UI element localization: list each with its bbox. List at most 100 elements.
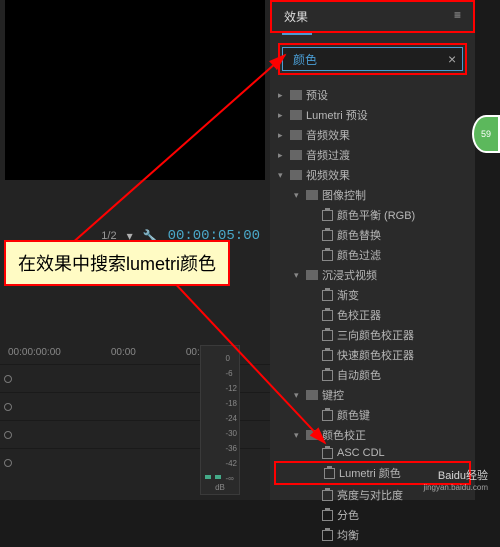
tab-indicator (282, 33, 312, 35)
chevron-right-icon: ▸ (278, 110, 286, 121)
effects-panel: 效果 ≡ × ▸ 预设 ▸ Lumetri 预设 ▸ 音频效果 ▸音频过渡 ▾ 视频效果 ▾ 图像控… (270, 0, 475, 500)
preset-icon (322, 290, 333, 301)
tree-label: 渐变 (337, 287, 359, 303)
tree-item[interactable]: ▸ 预设 (274, 85, 471, 105)
preset-icon (322, 250, 333, 261)
preset-icon (322, 230, 333, 241)
meter-tick: -36 (225, 441, 237, 456)
meter-tick: -18 (225, 396, 237, 411)
tree-item[interactable]: 自动颜色 (274, 365, 471, 385)
meter-tick: -42 (225, 456, 237, 471)
meter-tick: -30 (225, 426, 237, 441)
tree-item[interactable]: ▾ 视频效果 (274, 165, 471, 185)
tree-label: 预设 (306, 87, 328, 103)
audio-meter: 0-6-12-18-24-30-36-42-∞ dB (200, 345, 240, 495)
tree-item[interactable]: ASC CDL (274, 445, 471, 461)
tree-label: Lumetri 预设 (306, 107, 368, 123)
tree-item[interactable]: ▾键控 (274, 385, 471, 405)
folder-icon (306, 190, 318, 200)
search-box[interactable]: × (282, 47, 463, 71)
tree-item[interactable]: 颜色键 (274, 405, 471, 425)
step-badge: 59 (472, 115, 500, 153)
time-label: 00:00:00:00 (8, 347, 61, 358)
tree-item[interactable]: 颜色替换 (274, 225, 471, 245)
tree-item[interactable]: ▸ 音频效果 (274, 125, 471, 145)
track-toggle[interactable] (4, 403, 12, 411)
chevron-down-icon: ▾ (294, 390, 302, 401)
track-toggle[interactable] (4, 459, 12, 467)
preset-icon (322, 310, 333, 321)
watermark-brand: Baidu经验 (424, 467, 488, 483)
meter-unit: dB (215, 483, 225, 492)
chevron-down-icon: ▾ (278, 170, 286, 181)
tree-item[interactable]: 颜色平衡 (RGB) (274, 205, 471, 225)
preset-icon (322, 510, 333, 521)
tree-item[interactable]: 渐变 (274, 285, 471, 305)
tree-item[interactable]: 分色 (274, 505, 471, 525)
preset-icon (322, 330, 333, 341)
tab-label: 效果 (284, 8, 308, 25)
chevron-right-icon: ▸ (278, 90, 286, 101)
clear-search-icon[interactable]: × (448, 51, 456, 67)
folder-icon (306, 430, 318, 440)
callout-text: 在效果中搜索lumetri颜色 (18, 254, 216, 274)
tree-label: 音频过渡 (306, 147, 350, 163)
meter-tick: -∞ (225, 471, 237, 486)
meter-tick: -6 (225, 366, 237, 381)
effects-tab[interactable]: 效果 ≡ (270, 0, 475, 33)
tree-item[interactable]: ▾颜色校正 (274, 425, 471, 445)
meter-level-r (215, 475, 221, 479)
folder-icon (306, 270, 318, 280)
tree-label: 音频效果 (306, 127, 350, 143)
watermark-url: jingyan.baidu.com (424, 483, 488, 492)
tree-label: 颜色替换 (337, 227, 381, 243)
tree-label: 自动颜色 (337, 367, 381, 383)
time-label: 00:00 (111, 347, 136, 358)
tree-item[interactable]: 色校正器 (274, 305, 471, 325)
tree-label: 分色 (337, 507, 359, 523)
tree-label: 颜色键 (337, 407, 370, 423)
tree-label: 沉浸式视频 (322, 267, 377, 283)
preset-icon (322, 370, 333, 381)
tree-item[interactable]: 颜色过滤 (274, 245, 471, 265)
tree-label: 三向颜色校正器 (337, 327, 414, 343)
tree-label: Lumetri 颜色 (339, 465, 401, 481)
tree-item[interactable]: 快速颜色校正器 (274, 345, 471, 365)
tree-label: 色校正器 (337, 307, 381, 323)
search-highlight: × (278, 43, 467, 75)
folder-icon (290, 170, 302, 180)
meter-level-l (205, 475, 211, 479)
preset-icon (322, 530, 333, 541)
tree-label: 图像控制 (322, 187, 366, 203)
tree-label: 亮度与对比度 (337, 487, 403, 503)
tree-label: ASC CDL (337, 447, 385, 459)
chevron-right-icon: ▸ (278, 130, 286, 141)
tree-label: 均衡 (337, 527, 359, 543)
tree-item[interactable]: ▸音频过渡 (274, 145, 471, 165)
tree-item[interactable]: 均衡 (274, 525, 471, 545)
folder-icon (290, 110, 302, 120)
track-toggle[interactable] (4, 375, 12, 383)
chevron-down-icon: ▾ (294, 270, 302, 281)
tree-item[interactable]: ▾ 沉浸式视频 (274, 265, 471, 285)
search-input[interactable] (293, 52, 448, 66)
badge-number: 59 (481, 129, 491, 139)
folder-icon (306, 390, 318, 400)
tree-item[interactable]: ▸ Lumetri 预设 (274, 105, 471, 125)
folder-icon (290, 130, 302, 140)
meter-tick: -12 (225, 381, 237, 396)
track-toggle[interactable] (4, 431, 12, 439)
folder-icon (290, 150, 302, 160)
tree-label: 视频效果 (306, 167, 350, 183)
chevron-down-icon: ▾ (294, 430, 302, 441)
watermark: Baidu经验 jingyan.baidu.com (424, 467, 488, 492)
meter-tick: 0 (225, 351, 237, 366)
tutorial-callout: 在效果中搜索lumetri颜色 (4, 240, 230, 286)
tree-item[interactable]: 三向颜色校正器 (274, 325, 471, 345)
video-preview[interactable] (5, 0, 265, 180)
tree-item[interactable]: ▾ 图像控制 (274, 185, 471, 205)
preset-icon (322, 410, 333, 421)
folder-icon (290, 90, 302, 100)
panel-menu-icon[interactable]: ≡ (454, 8, 461, 25)
chevron-down-icon: ▾ (294, 190, 302, 201)
